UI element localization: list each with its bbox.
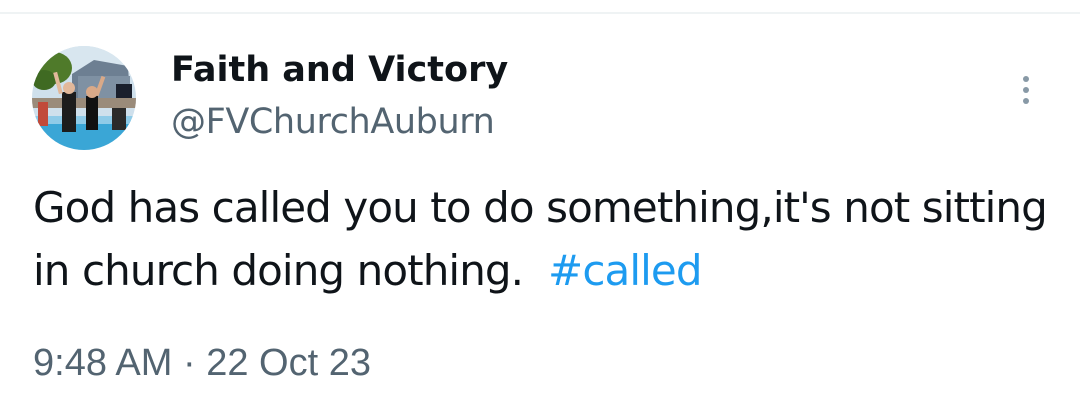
vertical-ellipsis-icon	[1023, 87, 1029, 93]
more-options-button[interactable]	[1006, 68, 1046, 112]
avatar-photo	[32, 46, 136, 150]
tweet-text: God has called you to do something,it's …	[33, 176, 1048, 302]
author-display-name[interactable]: Faith and Victory	[171, 48, 508, 92]
author-avatar[interactable]	[32, 46, 136, 150]
tweet-body: God has called you to do something,it's …	[33, 183, 1048, 295]
meta-separator: ·	[182, 342, 196, 384]
tweet-date: 22 Oct 23	[206, 342, 371, 384]
vertical-ellipsis-icon	[1023, 98, 1029, 104]
hashtag-link[interactable]: #called	[548, 246, 702, 295]
vertical-ellipsis-icon	[1023, 76, 1029, 82]
tweet-time: 9:48 AM	[33, 342, 173, 384]
top-divider	[0, 12, 1080, 14]
author-handle[interactable]: @FVChurchAuburn	[171, 100, 495, 144]
tweet-timestamp[interactable]: 9:48 AM · 22 Oct 23	[33, 338, 371, 388]
